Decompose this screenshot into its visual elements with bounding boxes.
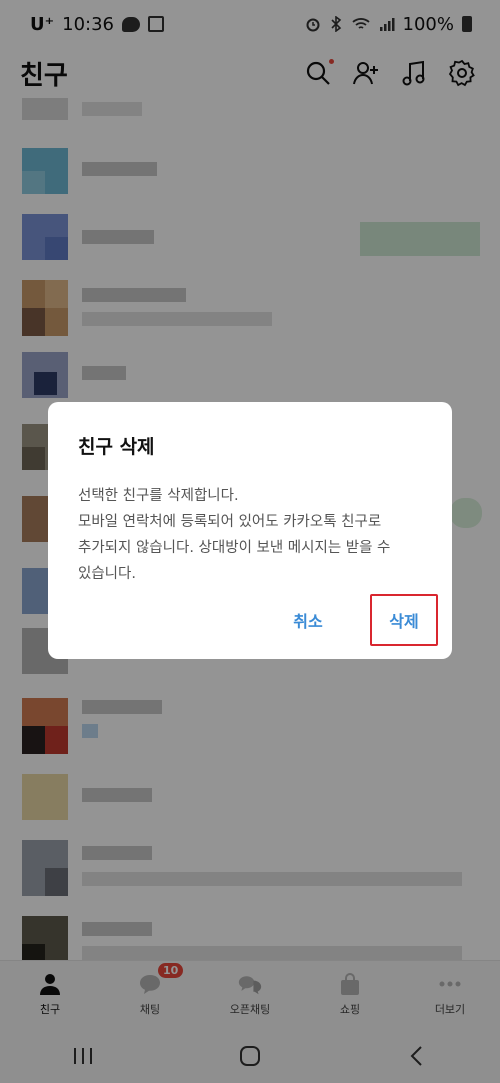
delete-button[interactable]: 삭제 <box>370 594 438 646</box>
delete-friend-dialog: 친구 삭제 선택한 친구를 삭제합니다. 모바일 연락처에 등록되어 있어도 카… <box>48 402 452 659</box>
cancel-button[interactable]: 취소 <box>264 594 352 646</box>
dialog-title: 친구 삭제 <box>78 436 155 458</box>
dialog-message: 선택한 친구를 삭제합니다. 모바일 연락처에 등록되어 있어도 카카오톡 친구… <box>78 488 391 582</box>
